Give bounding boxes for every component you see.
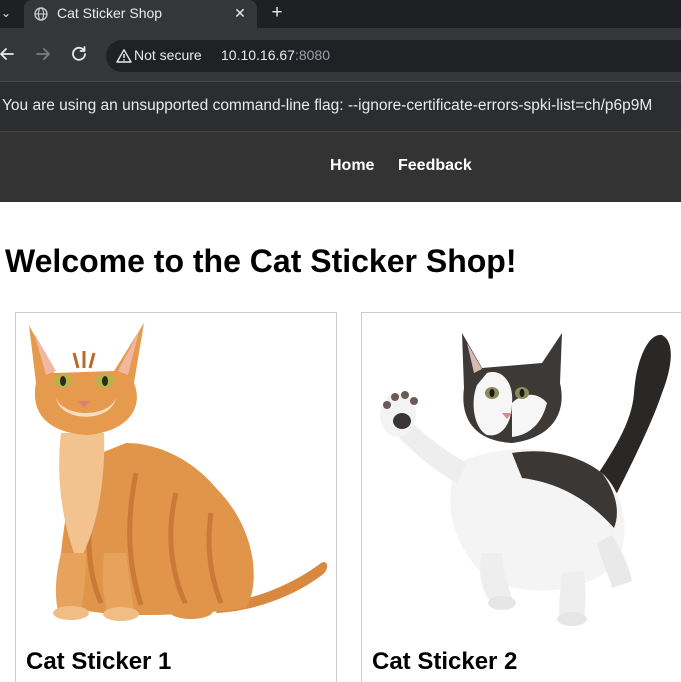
forward-icon[interactable] — [31, 42, 55, 66]
infobar-message: You are using an unsupported command-lin… — [2, 97, 653, 114]
address-bar[interactable]: Not secure 10.10.16.67:8080 — [106, 40, 681, 72]
reload-icon[interactable] — [67, 42, 91, 66]
product-title[interactable]: Cat Sticker 2 — [372, 648, 517, 676]
page-title: Welcome to the Cat Sticker Shop! — [5, 243, 517, 279]
browser-toolbar: Not secure 10.10.16.67:8080 — [0, 28, 681, 81]
product-title[interactable]: Cat Sticker 1 — [26, 648, 171, 676]
product-card[interactable]: Cat Sticker 1 — [15, 312, 337, 682]
url-host: 10.10.16.67 — [221, 47, 295, 63]
browser-tab-strip: ⌄ Cat Sticker Shop ✕ + — [0, 0, 681, 28]
url-port: :8080 — [294, 47, 331, 63]
tab-title: Cat Sticker Shop — [57, 5, 163, 21]
product-image-tabby-white-cat — [380, 333, 671, 626]
product-image-orange-cat — [29, 323, 328, 621]
back-icon[interactable] — [0, 42, 19, 66]
browser-tab[interactable]: Cat Sticker Shop ✕ — [24, 0, 257, 28]
url-text[interactable]: 10.10.16.67:8080 — [221, 47, 330, 63]
warning-icon[interactable] — [116, 48, 132, 64]
plus-icon[interactable]: + — [266, 2, 288, 24]
site-nav: Home Feedback — [0, 132, 681, 202]
product-card[interactable]: Cat Sticker 2 — [361, 312, 681, 682]
globe-icon — [34, 7, 48, 21]
warning-infobar: You are using an unsupported command-lin… — [0, 81, 681, 132]
security-label[interactable]: Not secure — [134, 47, 202, 63]
nav-link-home[interactable]: Home — [330, 157, 374, 175]
chevron-down-icon[interactable]: ⌄ — [0, 0, 18, 28]
nav-link-feedback[interactable]: Feedback — [398, 157, 472, 175]
close-icon[interactable]: ✕ — [231, 4, 249, 22]
